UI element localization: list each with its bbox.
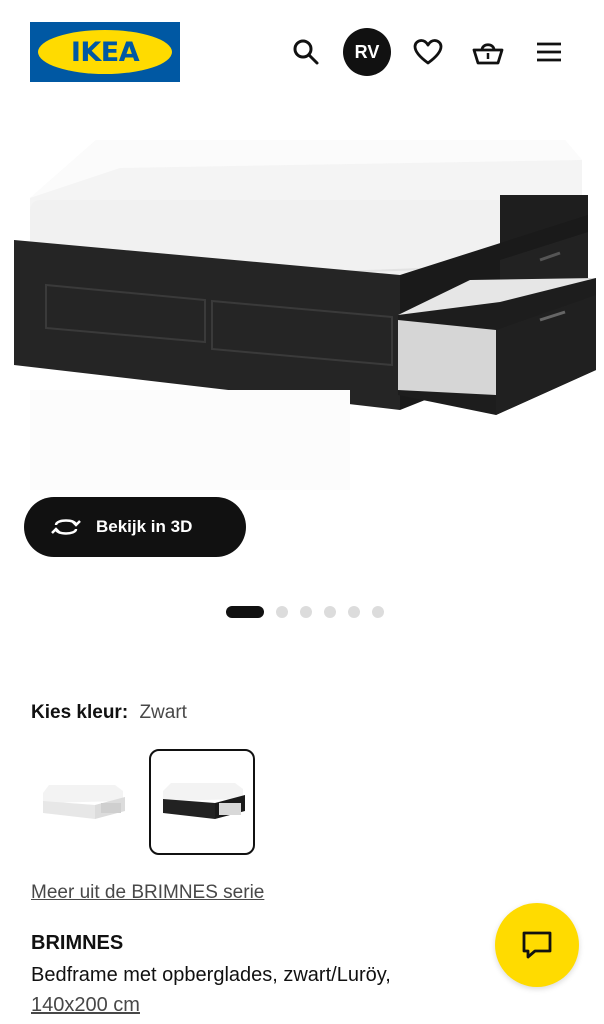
white-bed-thumbnail <box>43 785 125 819</box>
series-link[interactable]: Meer uit de BRIMNES serie <box>31 882 264 904</box>
product-name: BRIMNES <box>31 932 124 954</box>
avatar-initials: RV <box>354 41 380 62</box>
colour-value: Zwart <box>139 702 187 723</box>
carousel-dot[interactable] <box>348 606 360 618</box>
colour-swatch-white[interactable] <box>30 749 136 855</box>
heart-icon[interactable] <box>406 30 450 74</box>
basket-icon[interactable] <box>466 30 510 74</box>
product-size-link[interactable]: 140x200 cm <box>31 994 140 1017</box>
carousel-dot[interactable] <box>276 606 288 618</box>
rotate-3d-icon <box>51 519 81 535</box>
carousel-dot[interactable] <box>300 606 312 618</box>
logo-oval: IKEA <box>38 30 172 74</box>
view-3d-button[interactable]: Bekijk in 3D <box>24 497 246 557</box>
carousel-dot[interactable] <box>372 606 384 618</box>
avatar[interactable]: RV <box>343 28 391 76</box>
product-image[interactable] <box>0 120 604 500</box>
chat-button[interactable] <box>495 903 579 987</box>
carousel-dot[interactable] <box>324 606 336 618</box>
menu-icon[interactable] <box>527 30 571 74</box>
ikea-logo[interactable]: IKEA <box>30 22 180 82</box>
colour-swatch-black[interactable] <box>149 749 255 855</box>
chat-icon <box>522 931 552 959</box>
carousel-dot-active[interactable] <box>226 606 264 618</box>
logo-text: IKEA <box>70 36 140 68</box>
search-icon[interactable] <box>284 30 328 74</box>
black-bed-thumbnail <box>163 783 245 819</box>
header: IKEA RV <box>0 0 604 100</box>
colour-selector-label: Kies kleur: Zwart <box>31 702 187 724</box>
carousel-dots <box>226 605 384 619</box>
colour-label: Kies kleur: <box>31 702 129 723</box>
product-description: Bedframe met opberglades, zwart/Luröy, <box>31 964 391 986</box>
view-3d-label: Bekijk in 3D <box>96 517 193 536</box>
